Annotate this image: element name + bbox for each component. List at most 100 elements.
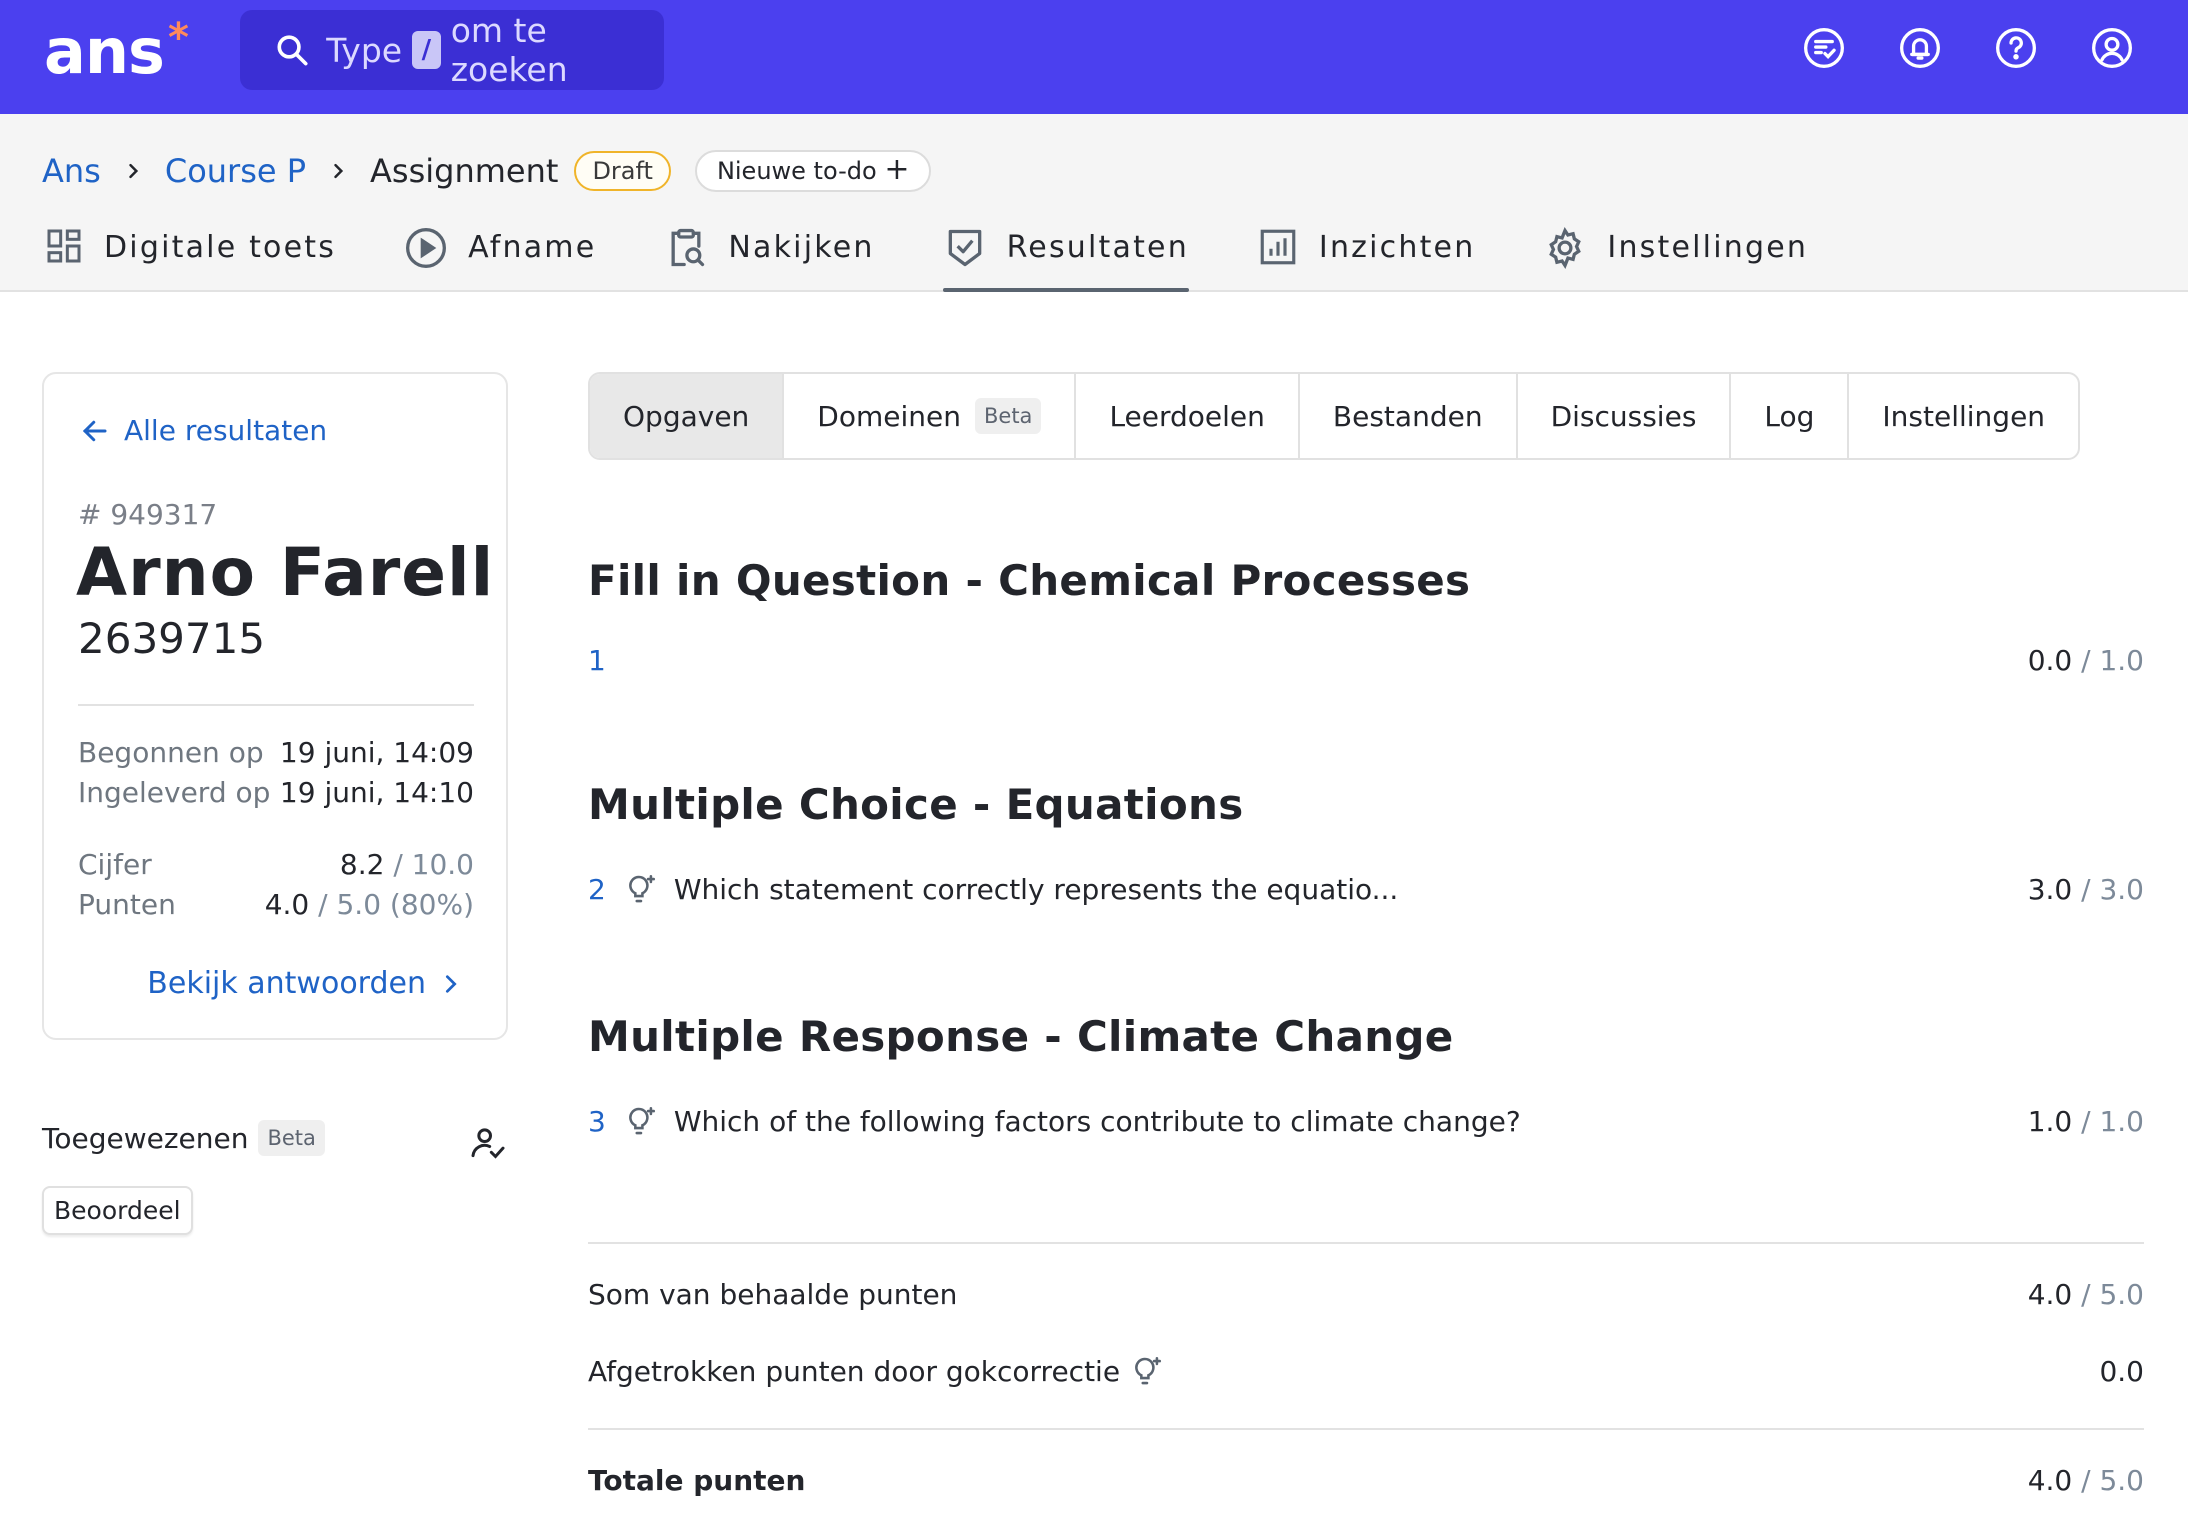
sum-points-row: Som van behaalde punten 4.0 / 5.0: [588, 1278, 2144, 1311]
question-number[interactable]: 1: [588, 644, 606, 677]
tab-instellingen[interactable]: Instellingen: [1543, 222, 1808, 292]
tab-label: Instellingen: [1607, 230, 1809, 265]
divider: [588, 1242, 2144, 1244]
submitted-row: Ingeleverd op 19 juni, 14:10: [78, 776, 474, 809]
section-title: Multiple Response - Climate Change: [588, 1012, 1454, 1061]
assignees-heading: Toegewezenen Beta: [42, 1120, 325, 1156]
tab-resultaten[interactable]: Resultaten: [942, 222, 1190, 292]
grade-label: Cijfer: [78, 848, 152, 881]
subtab-domeinen[interactable]: Domeinen Beta: [784, 374, 1077, 458]
subtab-log[interactable]: Log: [1731, 374, 1850, 458]
tab-label: Digitale toets: [104, 230, 337, 265]
points-row: Punten 4.0 / 5.0 (80%): [78, 888, 474, 921]
bell-icon[interactable]: [1898, 26, 1942, 70]
student-name: Arno Farell: [76, 534, 495, 611]
all-results-label: Alle resultaten: [124, 414, 328, 447]
lightbulb-sparkle-icon: [628, 1106, 655, 1135]
points-score: 4.0: [264, 888, 310, 921]
breadcrumb-course[interactable]: Course P: [165, 152, 306, 190]
divider: [78, 704, 474, 706]
sum-max: / 5.0: [2072, 1278, 2144, 1311]
question-number[interactable]: 3: [588, 1105, 606, 1138]
grade-max: / 10.0: [384, 848, 474, 881]
tab-label: Inzichten: [1318, 230, 1476, 265]
question-score: 0.0 / 1.0: [2028, 644, 2144, 677]
sum-label: Som van behaalde punten: [588, 1278, 958, 1311]
search-icon: [277, 35, 308, 66]
chevron-right-icon: [129, 163, 138, 179]
points-max: / 5.0 (80%): [309, 888, 474, 921]
all-results-link[interactable]: Alle resultaten: [80, 414, 327, 447]
help-icon[interactable]: [1994, 26, 2038, 70]
top-bar: ans * Type / om te zoeken: [0, 0, 2188, 114]
view-answers-label: Bekijk antwoorden: [147, 966, 426, 1001]
score-value: 1.0: [2027, 1104, 2073, 1138]
subtab-bestanden[interactable]: Bestanden: [1300, 374, 1518, 458]
question-text: Which statement correctly represents the…: [673, 872, 1399, 906]
new-todo-button[interactable]: Nieuwe to-do +: [694, 150, 932, 192]
question-text: Which of the following factors contribut…: [673, 1104, 1521, 1138]
view-answers-link[interactable]: Bekijk antwoorden: [147, 966, 462, 1001]
points-label: Punten: [78, 888, 176, 921]
assign-user-icon[interactable]: [468, 1124, 508, 1164]
search-shortcut-key: /: [412, 31, 441, 69]
total-points-row: Totale punten 4.0 / 5.0: [588, 1464, 2144, 1497]
submitted-label: Ingeleverd op: [78, 776, 271, 809]
guess-correction-row: Afgetrokken punten door gokcorrectie 0.0: [588, 1354, 2144, 1388]
question-row[interactable]: 3 Which of the following factors contrib…: [588, 1104, 2144, 1138]
lightbulb-sparkle-icon: [1135, 1356, 1162, 1385]
tab-nakijken[interactable]: Nakijken: [664, 222, 874, 292]
tab-inzichten[interactable]: Inzichten: [1257, 222, 1476, 292]
started-row: Begonnen op 19 juni, 14:09: [78, 736, 474, 769]
todo-list-icon[interactable]: [1802, 26, 1846, 70]
subtab-leerdoelen[interactable]: Leerdoelen: [1076, 374, 1300, 458]
question-row[interactable]: 2 Which statement correctly represents t…: [588, 872, 2144, 906]
gear-icon: [1549, 227, 1582, 269]
subtab-discussies[interactable]: Discussies: [1518, 374, 1732, 458]
points-value: 4.0 / 5.0 (80%): [265, 888, 474, 921]
account-icon[interactable]: [2090, 26, 2134, 70]
assignees-title: Toegewezenen: [42, 1121, 249, 1155]
section-title: Multiple Choice - Equations: [588, 780, 1244, 829]
divider: [588, 1428, 2144, 1430]
student-number: 2639715: [78, 614, 266, 663]
draft-badge: Draft: [574, 151, 671, 191]
tab-afname[interactable]: Afname: [404, 222, 596, 292]
result-subtabs: Opgaven Domeinen Beta Leerdoelen Bestand…: [588, 372, 2081, 460]
total-score: 4.0: [2027, 1464, 2073, 1497]
chevron-right-icon: [334, 163, 344, 179]
breadcrumb-ans[interactable]: Ans: [42, 152, 101, 190]
course-header: Ans Course P Assignment Draft Nieuwe to-…: [0, 114, 2188, 292]
search-prefix: Type: [326, 30, 403, 70]
question-number[interactable]: 2: [588, 873, 606, 906]
question-score: 1.0 / 1.0: [2028, 1105, 2144, 1138]
sum-score: 4.0: [2027, 1278, 2073, 1311]
total-label: Totale punten: [588, 1464, 806, 1497]
total-value: 4.0 / 5.0: [2028, 1464, 2144, 1497]
subtab-instellingen[interactable]: Instellingen: [1849, 374, 2078, 458]
tab-label: Resultaten: [1006, 230, 1189, 265]
breadcrumb-assignment: Assignment: [370, 152, 559, 190]
section-title: Fill in Question - Chemical Processes: [588, 556, 1471, 605]
arrow-left-icon: [82, 420, 107, 441]
result-id: # 949317: [78, 498, 218, 531]
grade-row: Cijfer 8.2 / 10.0: [78, 848, 474, 881]
score-max: / 1.0: [2072, 644, 2144, 677]
search-suffix: om te zoeken: [450, 11, 568, 89]
subtab-opgaven[interactable]: Opgaven: [590, 374, 785, 458]
question-score: 3.0 / 3.0: [2028, 873, 2144, 906]
question-row[interactable]: 1 0.0 / 1.0: [588, 644, 2144, 677]
search-button[interactable]: Type / om te zoeken: [240, 10, 664, 90]
tab-digitale-toets[interactable]: Digitale toets: [44, 222, 336, 292]
new-todo-label: Nieuwe to-do: [716, 157, 877, 185]
ans-logo[interactable]: ans: [44, 14, 165, 90]
dashboard-icon: [47, 229, 81, 263]
tab-label: Afname: [468, 230, 597, 265]
assess-chip[interactable]: Beoordeel: [42, 1186, 193, 1235]
beta-badge: Beta: [975, 398, 1042, 434]
sum-value: 4.0 / 5.0: [2028, 1278, 2144, 1311]
chevron-right-icon: [445, 974, 457, 993]
subtab-label: Domeinen: [817, 399, 961, 433]
deducted-label-wrap: Afgetrokken punten door gokcorrectie: [588, 1354, 1164, 1388]
play-icon: [406, 228, 447, 268]
